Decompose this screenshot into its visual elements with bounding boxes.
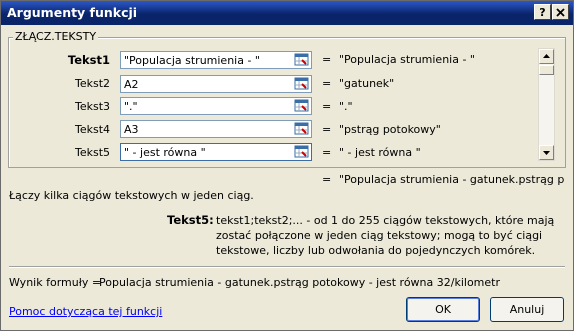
equals-sign: = bbox=[322, 123, 332, 136]
arg-value: "Populacja strumienia - " bbox=[124, 54, 260, 67]
arg-result-tekst1: "Populacja strumienia - " bbox=[339, 53, 475, 66]
arg-input-tekst2[interactable]: A2 bbox=[120, 75, 312, 93]
formula-result-value: Populacja strumienia - gatunek.pstrąg po… bbox=[99, 276, 501, 289]
help-link[interactable]: Pomoc dotycząca tej funkcji bbox=[9, 305, 162, 318]
arg-result-tekst2: "gatunek" bbox=[339, 77, 395, 90]
arg-result-tekst4: "pstrąg potokowy" bbox=[339, 123, 441, 136]
arg-value: "." bbox=[124, 100, 138, 113]
function-name: ZŁĄCZ.TEKSTY bbox=[13, 30, 99, 43]
arg-input-tekst3[interactable]: "." bbox=[120, 97, 312, 115]
collapse-dialog-icon[interactable] bbox=[294, 99, 310, 113]
arg-label-tekst4: Tekst4 bbox=[74, 123, 110, 136]
arg-label-tekst2: Tekst2 bbox=[74, 77, 110, 90]
arg-value: A2 bbox=[124, 78, 139, 91]
collapse-dialog-icon[interactable] bbox=[294, 122, 310, 136]
arg-label-tekst5: Tekst5 bbox=[74, 146, 110, 159]
equals-sign: = bbox=[322, 146, 332, 159]
cancel-button[interactable]: Anuluj bbox=[490, 297, 564, 322]
window-title: Argumenty funkcji bbox=[7, 5, 138, 20]
arg-result-tekst5: " - jest równa " bbox=[339, 146, 421, 159]
equals-sign: = bbox=[322, 53, 332, 66]
formula-result-label: Wynik formuły = bbox=[9, 276, 102, 289]
collapse-dialog-icon[interactable] bbox=[294, 145, 310, 159]
ok-button[interactable]: OK bbox=[406, 297, 480, 322]
title-bar[interactable]: Argumenty funkcji ? bbox=[1, 1, 573, 25]
param-label: Tekst5: bbox=[167, 213, 214, 227]
arrow-up-icon bbox=[543, 54, 550, 58]
arg-input-tekst4[interactable]: A3 bbox=[120, 120, 312, 138]
arg-result-tekst3: "." bbox=[339, 100, 353, 113]
arg-value: A3 bbox=[124, 123, 139, 136]
param-description: tekst1;tekst2;... - od 1 do 255 ciągów t… bbox=[216, 214, 555, 257]
combined-result: "Populacja strumienia - gatunek.pstrąg p bbox=[339, 173, 565, 186]
collapse-dialog-icon[interactable] bbox=[294, 77, 310, 91]
arg-input-tekst5[interactable]: " - jest równa " bbox=[120, 143, 312, 161]
arrow-down-icon bbox=[543, 151, 550, 155]
function-description: Łączy kilka ciągów tekstowych w jeden ci… bbox=[9, 189, 254, 202]
close-icon bbox=[556, 8, 565, 17]
arg-value: " - jest równa " bbox=[124, 146, 206, 159]
arguments-scrollbar[interactable] bbox=[538, 48, 555, 161]
function-arguments-dialog: Argumenty funkcji ? ZŁĄCZ.TEKSTY Tekst1 … bbox=[0, 0, 574, 331]
scroll-down-button[interactable] bbox=[539, 145, 554, 160]
scroll-up-button[interactable] bbox=[539, 49, 554, 64]
arg-input-tekst1[interactable]: "Populacja strumienia - " bbox=[120, 51, 312, 69]
equals-sign: = bbox=[322, 100, 332, 113]
separator bbox=[9, 266, 565, 268]
equals-sign: = bbox=[322, 173, 332, 186]
help-button[interactable]: ? bbox=[534, 4, 551, 20]
arg-label-tekst3: Tekst3 bbox=[74, 100, 110, 113]
close-button[interactable] bbox=[552, 4, 569, 20]
collapse-dialog-icon[interactable] bbox=[294, 53, 310, 67]
equals-sign: = bbox=[322, 77, 332, 90]
scroll-thumb[interactable] bbox=[539, 65, 554, 75]
arg-label-tekst1: Tekst1 bbox=[67, 53, 110, 67]
